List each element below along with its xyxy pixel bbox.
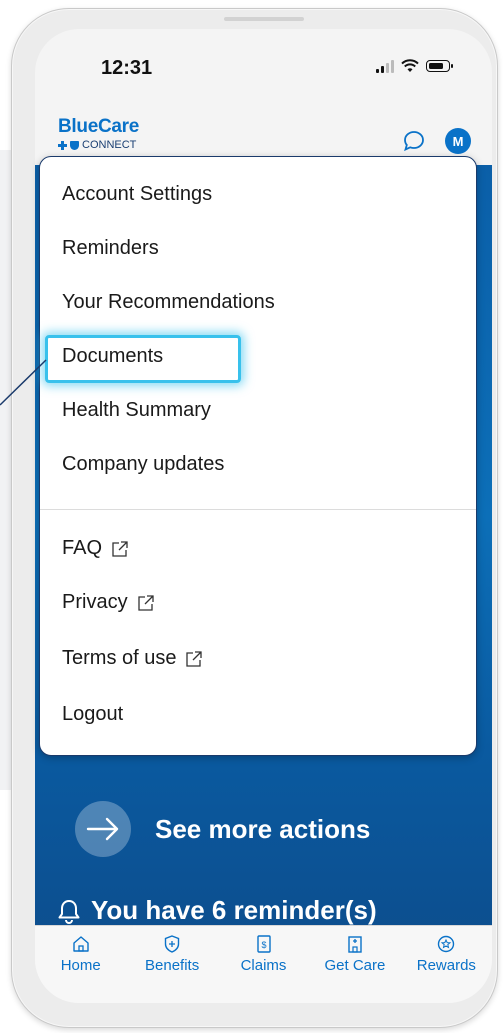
- callout-pointer-line: [0, 359, 47, 406]
